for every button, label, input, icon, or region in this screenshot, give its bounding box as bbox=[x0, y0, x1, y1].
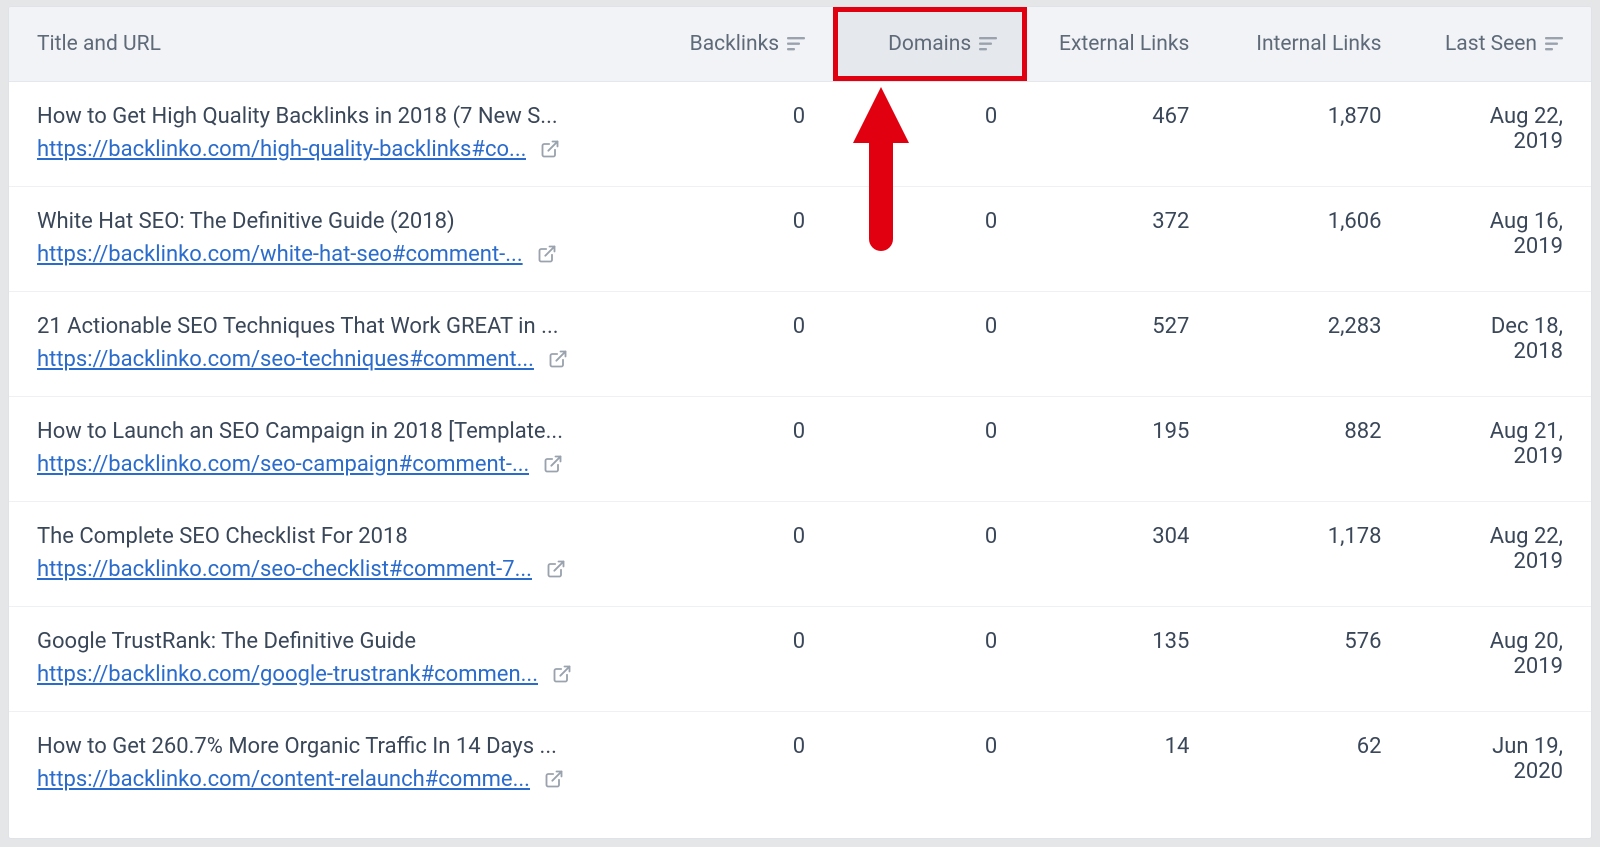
table-row: White Hat SEO: The Definitive Guide (201… bbox=[9, 186, 1591, 291]
cell-domains: 0 bbox=[833, 186, 1025, 291]
cell-internal_links: 2,283 bbox=[1217, 291, 1409, 396]
table-row: Google TrustRank: The Definitive Guide ht… bbox=[9, 606, 1591, 711]
col-header-internal_links[interactable]: Internal Links bbox=[1217, 7, 1409, 81]
cell-external_links: 372 bbox=[1025, 186, 1217, 291]
external-link-icon[interactable] bbox=[544, 769, 564, 789]
cell-domains: 0 bbox=[833, 711, 1025, 816]
cell-external_links: 304 bbox=[1025, 501, 1217, 606]
external-link-icon[interactable] bbox=[548, 349, 568, 369]
table-header-row: Title and URL Backlinks Domains External Li… bbox=[9, 7, 1591, 81]
cell-last_seen: Aug 20, 2019 bbox=[1410, 606, 1592, 711]
cell-last_seen: Aug 16, 2019 bbox=[1410, 186, 1592, 291]
cell-internal_links: 1,606 bbox=[1217, 186, 1409, 291]
page-url-link[interactable]: https://backlinko.com/google-trustrank#c… bbox=[37, 662, 538, 687]
cell-title-url: How to Get High Quality Backlinks in 201… bbox=[9, 81, 641, 186]
external-link-icon[interactable] bbox=[537, 244, 557, 264]
sort-icon bbox=[979, 37, 997, 51]
col-header-backlinks[interactable]: Backlinks bbox=[641, 7, 833, 81]
sort-icon bbox=[1545, 37, 1563, 51]
page-title-text[interactable]: The Complete SEO Checklist For 2018 bbox=[37, 524, 613, 549]
cell-external_links: 467 bbox=[1025, 81, 1217, 186]
cell-external_links: 527 bbox=[1025, 291, 1217, 396]
sort-icon bbox=[787, 37, 805, 51]
page-title-text[interactable]: White Hat SEO: The Definitive Guide (201… bbox=[37, 209, 613, 234]
page-url-link[interactable]: https://backlinko.com/seo-techniques#com… bbox=[37, 347, 534, 372]
table-row: 21 Actionable SEO Techniques That Work G… bbox=[9, 291, 1591, 396]
page-title-text[interactable]: How to Get 260.7% More Organic Traffic I… bbox=[37, 734, 613, 759]
page-title-text[interactable]: How to Launch an SEO Campaign in 2018 [T… bbox=[37, 419, 613, 444]
col-header-label: External Links bbox=[1059, 32, 1189, 56]
col-header-title[interactable]: Title and URL bbox=[9, 7, 641, 81]
cell-external_links: 135 bbox=[1025, 606, 1217, 711]
cell-external_links: 195 bbox=[1025, 396, 1217, 501]
cell-internal_links: 1,870 bbox=[1217, 81, 1409, 186]
cell-domains: 0 bbox=[833, 501, 1025, 606]
cell-internal_links: 882 bbox=[1217, 396, 1409, 501]
col-header-label: Backlinks bbox=[690, 32, 779, 56]
cell-title-url: White Hat SEO: The Definitive Guide (201… bbox=[9, 186, 641, 291]
results-table-panel: Title and URL Backlinks Domains External Li… bbox=[8, 6, 1592, 839]
cell-internal_links: 576 bbox=[1217, 606, 1409, 711]
page-title-text[interactable]: Google TrustRank: The Definitive Guide bbox=[37, 629, 613, 654]
external-link-icon[interactable] bbox=[552, 664, 572, 684]
col-header-label: Title and URL bbox=[37, 32, 161, 56]
col-header-label: Internal Links bbox=[1256, 32, 1381, 56]
cell-last_seen: Dec 18, 2018 bbox=[1410, 291, 1592, 396]
external-link-icon[interactable] bbox=[540, 139, 560, 159]
page-title-text[interactable]: 21 Actionable SEO Techniques That Work G… bbox=[37, 314, 613, 339]
cell-last_seen: Aug 22, 2019 bbox=[1410, 81, 1592, 186]
cell-backlinks: 0 bbox=[641, 291, 833, 396]
page-url-link[interactable]: https://backlinko.com/white-hat-seo#comm… bbox=[37, 242, 523, 267]
table-row: How to Launch an SEO Campaign in 2018 [T… bbox=[9, 396, 1591, 501]
cell-external_links: 14 bbox=[1025, 711, 1217, 816]
col-header-label: Last Seen bbox=[1445, 32, 1537, 56]
col-header-last_seen[interactable]: Last Seen bbox=[1410, 7, 1592, 81]
cell-last_seen: Jun 19, 2020 bbox=[1410, 711, 1592, 816]
cell-backlinks: 0 bbox=[641, 81, 833, 186]
page-title-text[interactable]: How to Get High Quality Backlinks in 201… bbox=[37, 104, 613, 129]
cell-backlinks: 0 bbox=[641, 186, 833, 291]
cell-title-url: Google TrustRank: The Definitive Guide ht… bbox=[9, 606, 641, 711]
cell-title-url: 21 Actionable SEO Techniques That Work G… bbox=[9, 291, 641, 396]
col-header-external_links[interactable]: External Links bbox=[1025, 7, 1217, 81]
cell-domains: 0 bbox=[833, 81, 1025, 186]
cell-backlinks: 0 bbox=[641, 501, 833, 606]
results-table: Title and URL Backlinks Domains External Li… bbox=[9, 7, 1591, 816]
external-link-icon[interactable] bbox=[546, 559, 566, 579]
cell-internal_links: 62 bbox=[1217, 711, 1409, 816]
cell-last_seen: Aug 22, 2019 bbox=[1410, 501, 1592, 606]
cell-domains: 0 bbox=[833, 396, 1025, 501]
table-row: How to Get High Quality Backlinks in 201… bbox=[9, 81, 1591, 186]
cell-backlinks: 0 bbox=[641, 711, 833, 816]
cell-domains: 0 bbox=[833, 606, 1025, 711]
page-url-link[interactable]: https://backlinko.com/seo-campaign#comme… bbox=[37, 452, 529, 477]
table-row: How to Get 260.7% More Organic Traffic I… bbox=[9, 711, 1591, 816]
col-header-label: Domains bbox=[888, 32, 971, 56]
cell-domains: 0 bbox=[833, 291, 1025, 396]
cell-backlinks: 0 bbox=[641, 606, 833, 711]
page-url-link[interactable]: https://backlinko.com/seo-checklist#comm… bbox=[37, 557, 532, 582]
table-row: The Complete SEO Checklist For 2018 https… bbox=[9, 501, 1591, 606]
cell-last_seen: Aug 21, 2019 bbox=[1410, 396, 1592, 501]
col-header-domains[interactable]: Domains bbox=[833, 7, 1025, 81]
cell-internal_links: 1,178 bbox=[1217, 501, 1409, 606]
page-url-link[interactable]: https://backlinko.com/content-relaunch#c… bbox=[37, 767, 530, 792]
cell-title-url: How to Get 260.7% More Organic Traffic I… bbox=[9, 711, 641, 816]
cell-title-url: The Complete SEO Checklist For 2018 https… bbox=[9, 501, 641, 606]
external-link-icon[interactable] bbox=[543, 454, 563, 474]
cell-backlinks: 0 bbox=[641, 396, 833, 501]
cell-title-url: How to Launch an SEO Campaign in 2018 [T… bbox=[9, 396, 641, 501]
page-url-link[interactable]: https://backlinko.com/high-quality-backl… bbox=[37, 137, 526, 162]
